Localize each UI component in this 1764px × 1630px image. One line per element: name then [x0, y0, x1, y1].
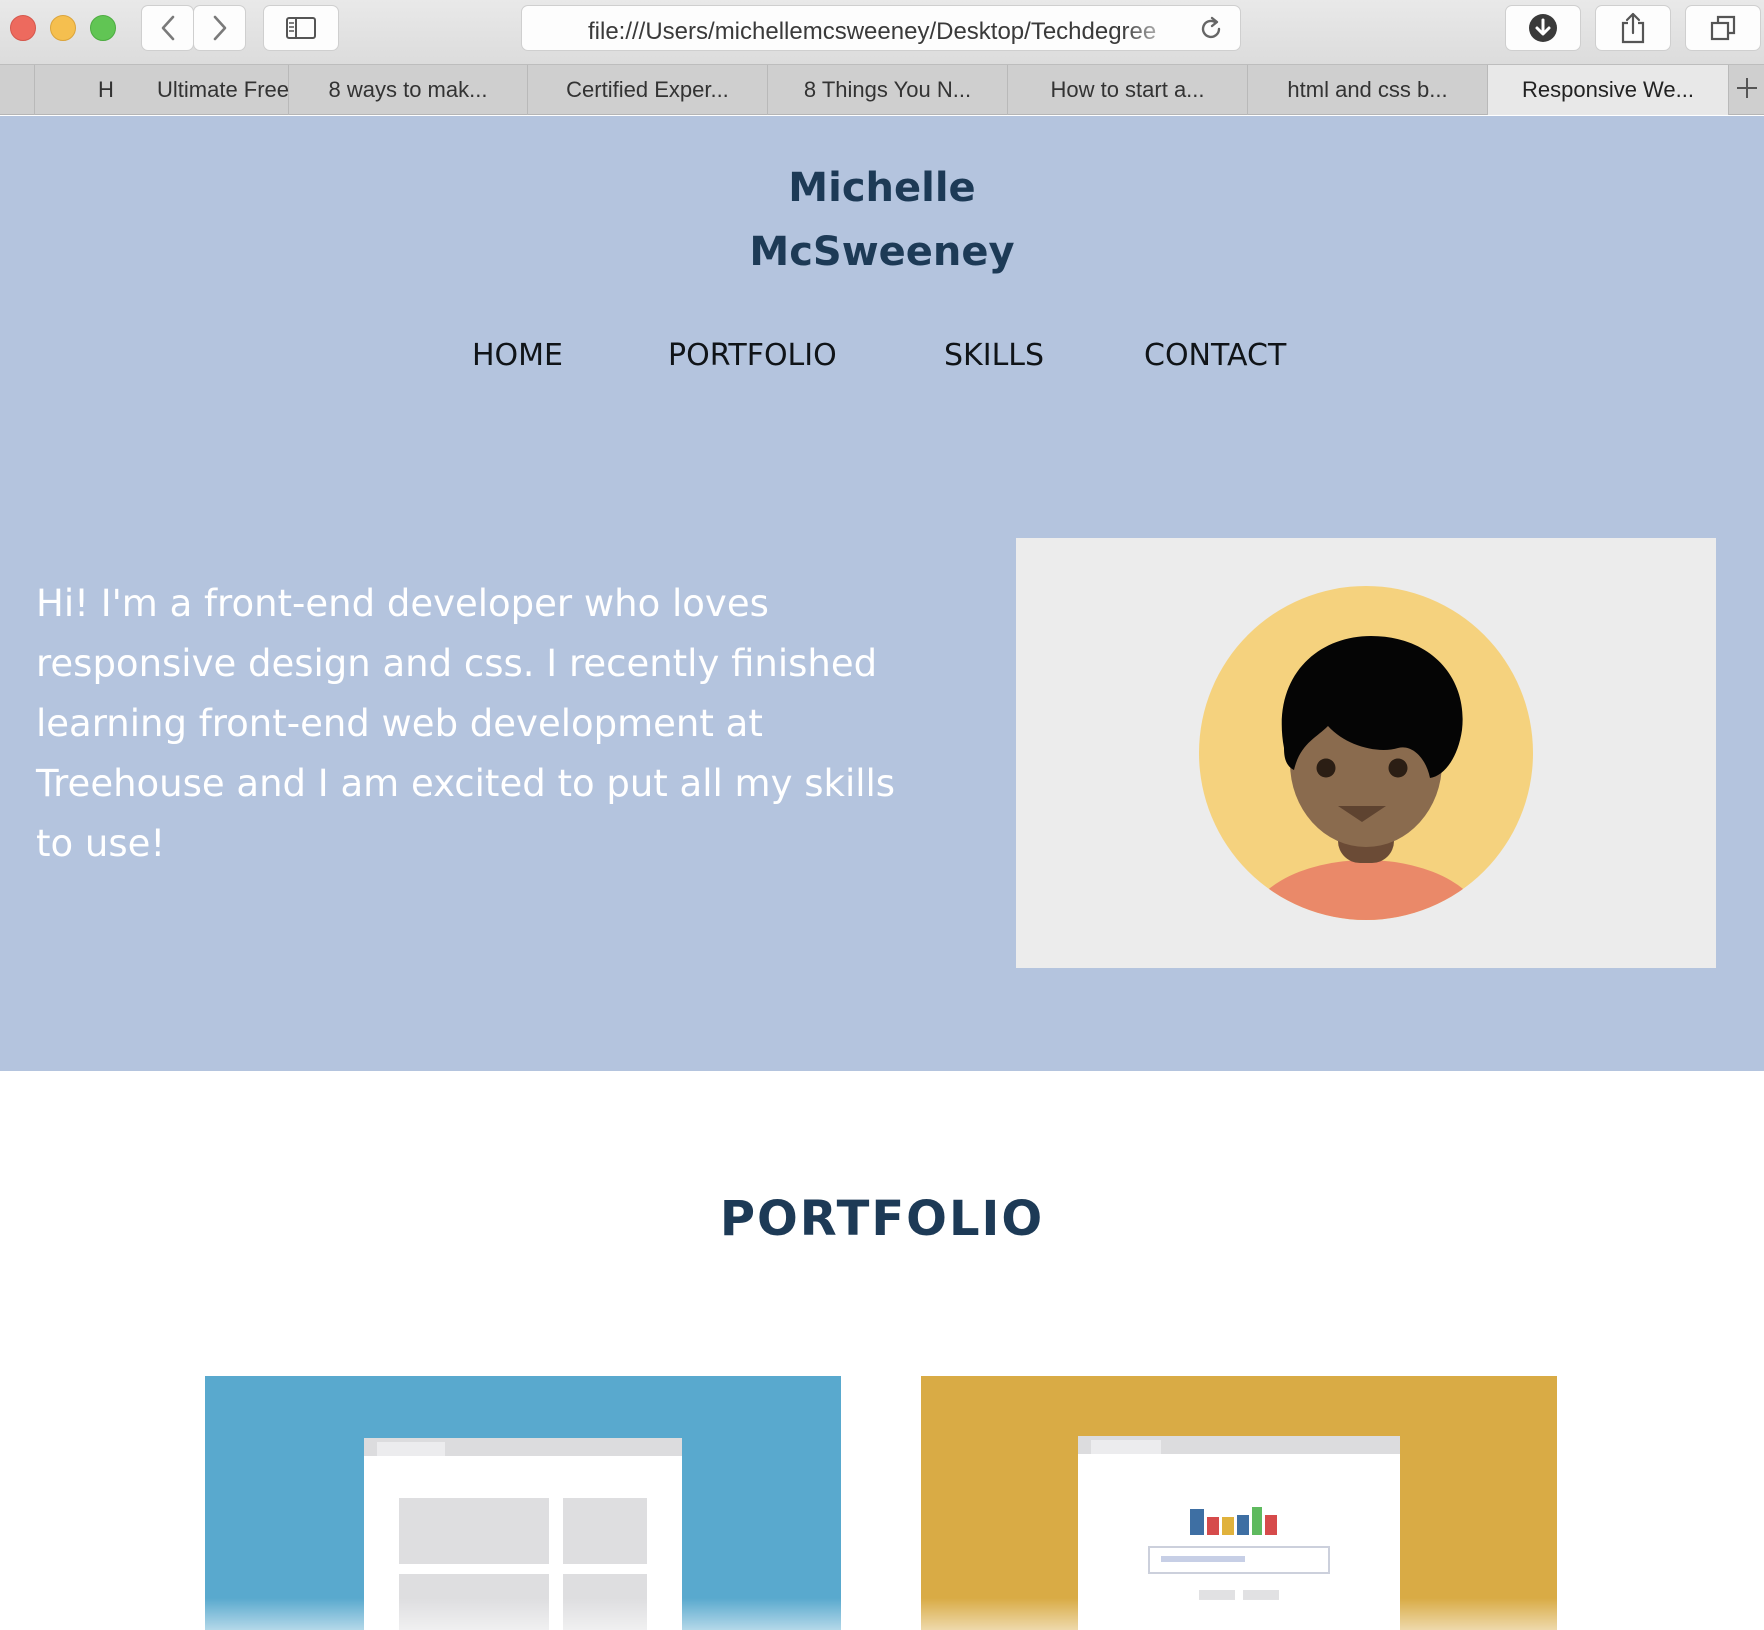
tab-title: How to start a... — [1050, 77, 1205, 102]
site-name-line2: McSweeney — [749, 229, 1015, 275]
site-name: Michelle McSweeney — [0, 156, 1764, 284]
portfolio-card[interactable] — [205, 1376, 841, 1630]
tab-title: Responsive We... — [1521, 77, 1694, 102]
tab[interactable]: How to start a... — [1007, 65, 1247, 115]
tab[interactable]: 8 ways to mak... — [288, 65, 527, 115]
tab-title: 8 Things You N... — [803, 77, 972, 102]
url-text[interactable]: file:///Users/michellemcsweeney/Desktop/… — [588, 18, 1178, 46]
sidebar-icon — [285, 16, 317, 40]
reload-icon[interactable] — [1197, 15, 1225, 47]
plus-icon — [1736, 77, 1758, 103]
address-bar[interactable]: file:///Users/michellemcsweeney/Desktop/… — [521, 5, 1241, 51]
chevron-right-icon — [210, 14, 230, 42]
nav-link-contact[interactable]: CONTACT — [1144, 338, 1286, 373]
back-button[interactable] — [141, 5, 194, 51]
web-page: Michelle McSweeney HOME PORTFOLIO SKILLS… — [0, 116, 1764, 1630]
intro-text: Hi! I'm a front-end developer who loves … — [36, 582, 896, 865]
tab-title: Ultimate Free — [157, 77, 288, 102]
tab[interactable]: 8 Things You N... — [767, 65, 1007, 115]
sidebar-toggle-button[interactable] — [263, 5, 339, 51]
portfolio-card[interactable] — [921, 1376, 1557, 1630]
close-window-button[interactable] — [10, 15, 36, 41]
tab[interactable]: html and css b... — [1247, 65, 1487, 115]
nav-link-skills[interactable]: SKILLS — [944, 338, 1044, 373]
nav-link-home[interactable]: HOME — [472, 338, 563, 373]
tabs-overview-icon — [1709, 14, 1737, 42]
chevron-left-icon — [158, 14, 178, 42]
nav-link-portfolio[interactable]: PORTFOLIO — [668, 338, 837, 373]
share-icon — [1619, 12, 1647, 44]
browser-toolbar: file:///Users/michellemcsweeney/Desktop/… — [0, 0, 1764, 64]
tab-title: Certified Exper... — [566, 77, 729, 102]
forward-button[interactable] — [193, 5, 246, 51]
share-button[interactable] — [1595, 5, 1671, 51]
tab-title: html and css b... — [1287, 77, 1448, 102]
tabs-overview-button[interactable] — [1685, 5, 1761, 51]
minimize-window-button[interactable] — [50, 15, 76, 41]
tab[interactable]: H Ultimate Free — [34, 65, 288, 115]
avatar — [1199, 586, 1533, 920]
avatar-panel — [1016, 538, 1716, 968]
hero-section: Michelle McSweeney HOME PORTFOLIO SKILLS… — [0, 116, 1764, 1071]
tab[interactable]: Certified Exper... — [527, 65, 767, 115]
tab-title: 8 ways to mak... — [328, 77, 488, 102]
zoom-window-button[interactable] — [90, 15, 116, 41]
tab-bar: H Ultimate Free 8 ways to mak... Certifi… — [0, 64, 1764, 115]
new-tab-button[interactable] — [1728, 65, 1764, 115]
portfolio-heading: PORTFOLIO — [719, 1191, 1045, 1247]
webpage-layout-icon — [364, 1438, 682, 1630]
downloads-button[interactable] — [1505, 5, 1581, 51]
tab-title: H — [98, 77, 114, 102]
dashboard-chart-icon — [1078, 1436, 1400, 1630]
site-name-line1: Michelle — [788, 165, 976, 211]
tab-active[interactable]: Responsive We... — [1487, 65, 1728, 115]
download-icon — [1528, 13, 1558, 43]
